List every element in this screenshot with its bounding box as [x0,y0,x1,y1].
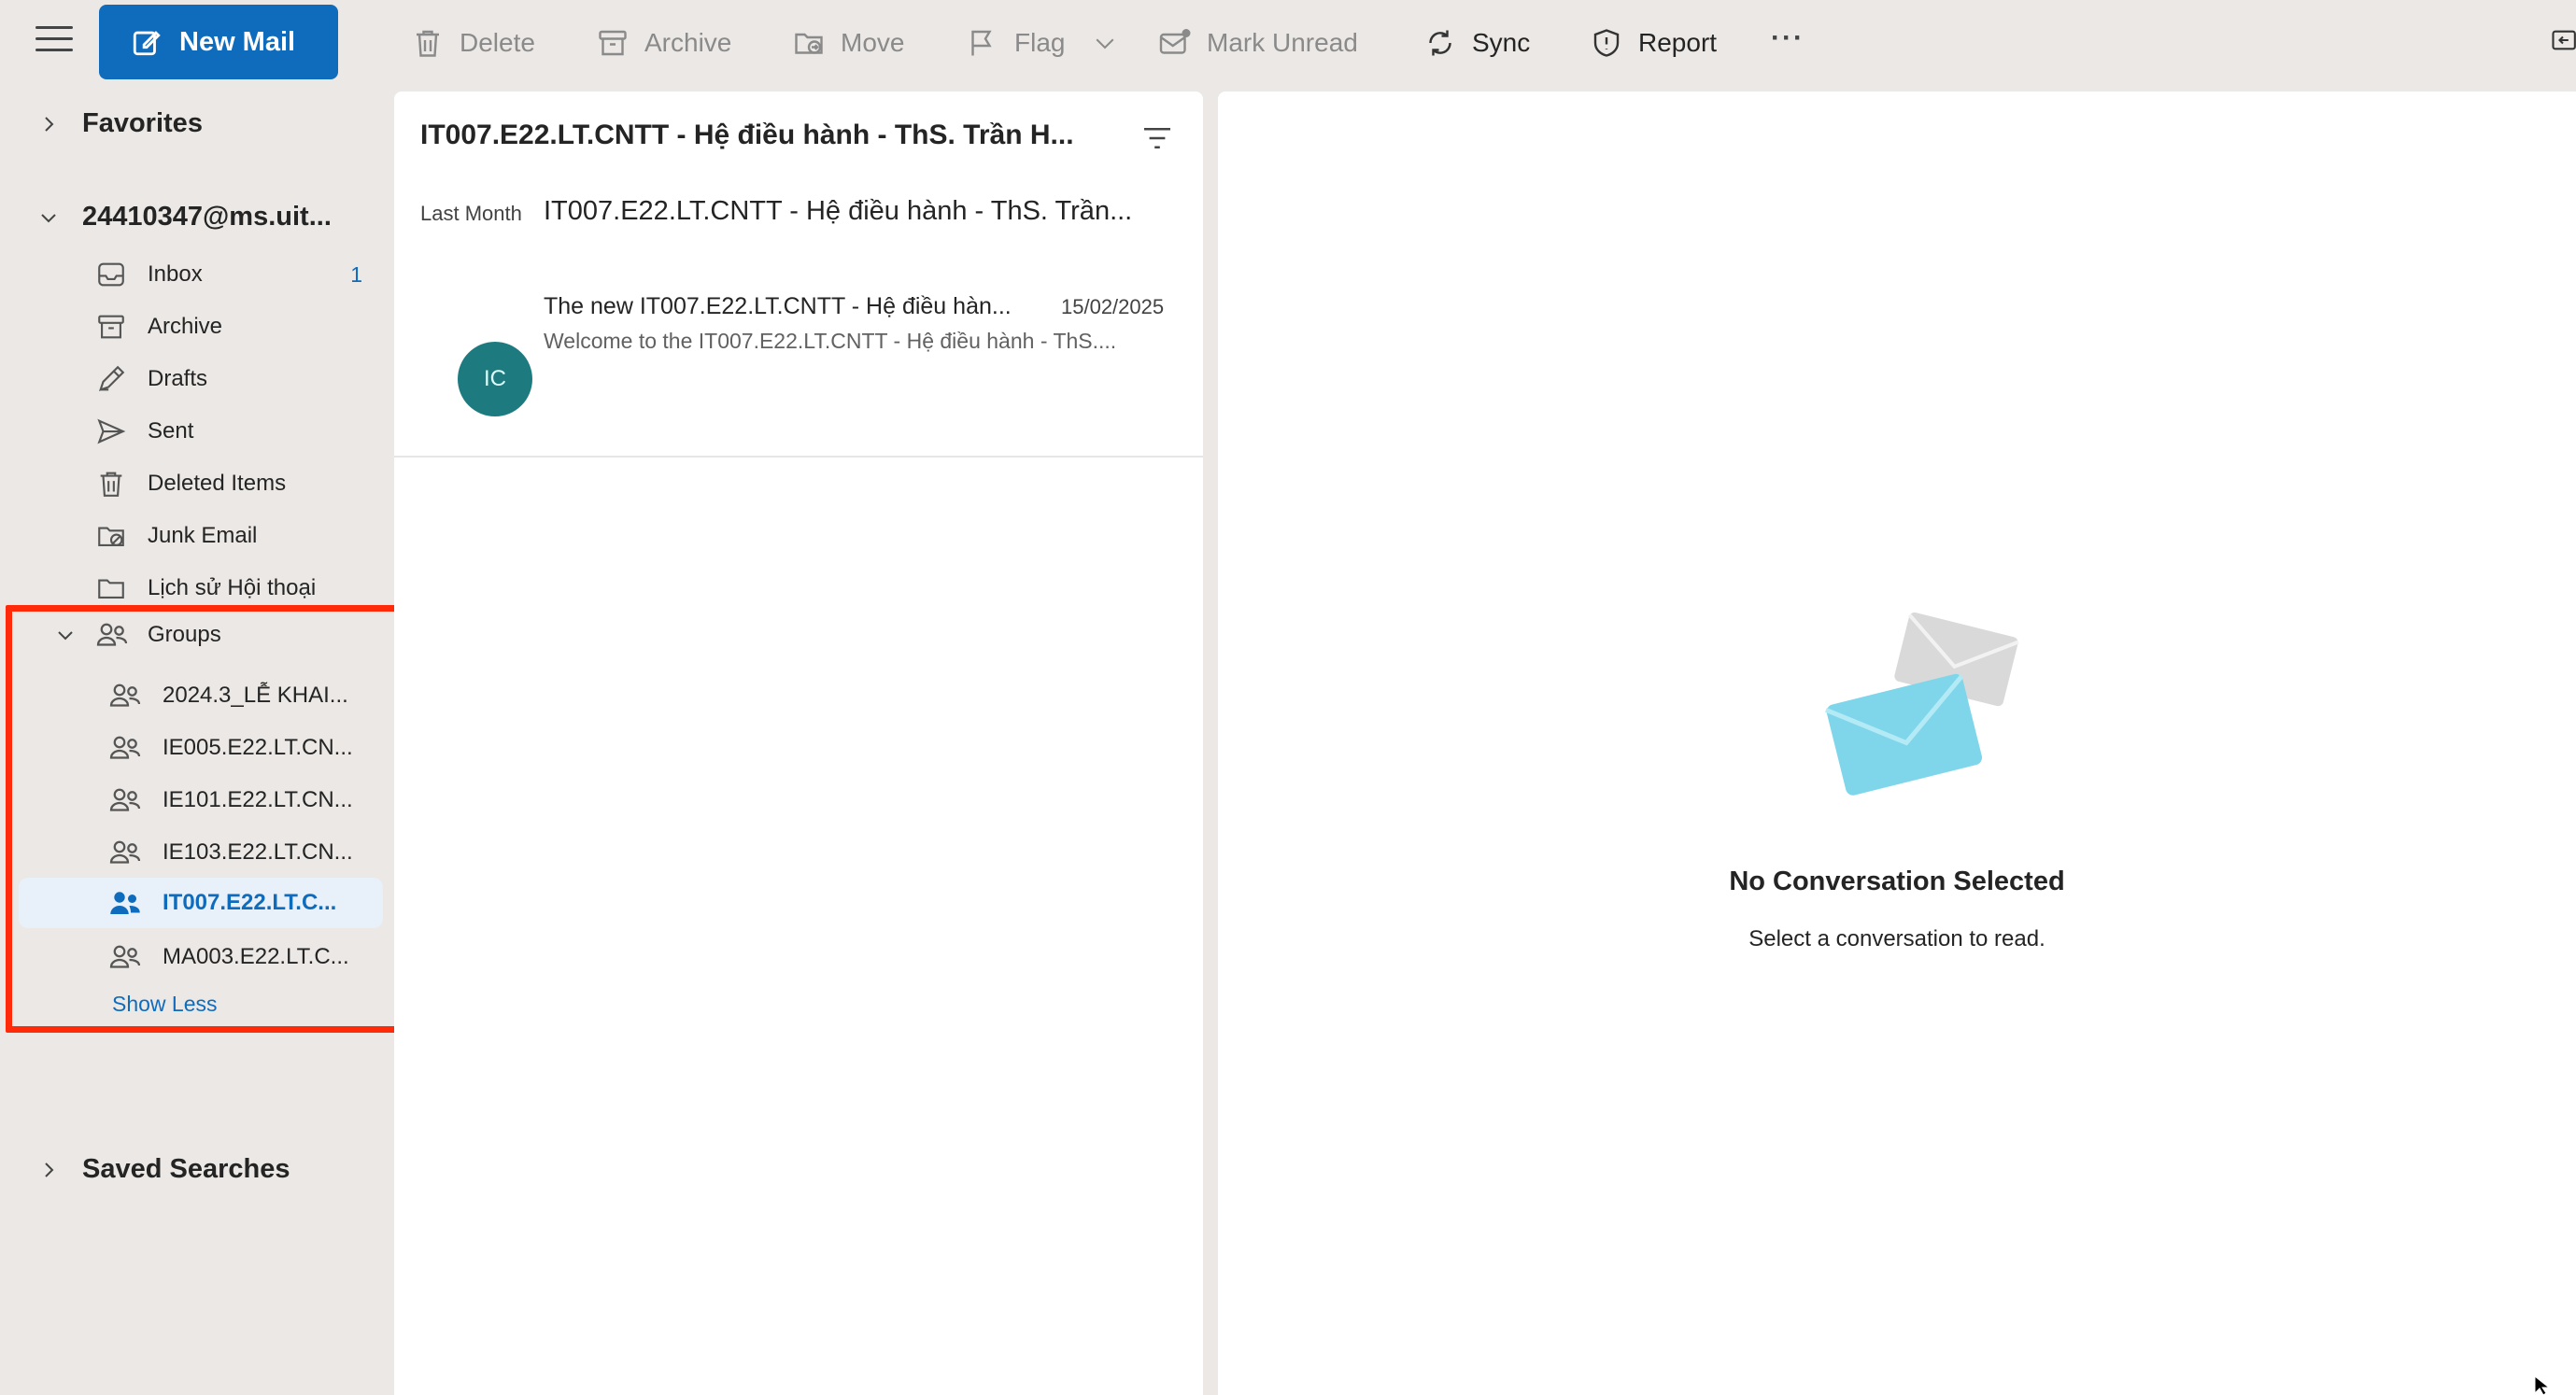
drafts-icon [98,365,125,392]
mail-app: New Mail Delete Archive Move Flag Mark U… [0,0,2576,1395]
flag-button[interactable]: Flag [966,19,1065,67]
flag-label: Flag [1014,28,1066,57]
chevron-right-icon [45,1162,54,1177]
archive-label: Archive [644,28,732,57]
trash-icon [417,30,439,57]
saved-searches-label: Saved Searches [82,1154,290,1184]
sidebar-item-deleted[interactable]: Deleted Items [95,461,366,506]
collapse-pane-icon[interactable] [2550,26,2576,54]
sidebar-item-inbox[interactable]: Inbox 1 [95,252,366,297]
sidebar-item-conversation-history[interactable]: Lịch sử Hội thoại [95,566,366,611]
avatar: IC [458,342,532,416]
message-list-title: IT007.E22.LT.CNTT - Hệ điều hành - ThS. … [420,120,1074,150]
folder-icon [98,579,124,599]
sync-button[interactable]: Sync [1423,19,1530,67]
chevron-down-icon [41,213,56,222]
trash-icon [100,472,122,497]
favorites-label: Favorites [82,108,203,138]
account-label: 24410347@ms.uit... [82,202,332,232]
chevron-right-icon [45,116,54,132]
filter-icon[interactable] [1141,125,1173,151]
move-button[interactable]: Move [792,19,904,67]
archive-icon [98,315,124,339]
mark-unread-button[interactable]: Mark Unread [1158,19,1358,67]
flag-dropdown[interactable] [1091,19,1119,67]
more-options-button[interactable]: ··· [1771,22,1805,54]
mark-unread-icon [1159,28,1191,54]
sidebar-item-label: Deleted Items [148,471,287,496]
message-sender: IT007.E22.LT.CNTT - Hệ điều hành - ThS. … [544,196,1133,226]
message-date: 15/02/2025 [1061,295,1165,318]
date-group-header: Last Month [420,202,522,225]
sidebar-item-label: Inbox [148,261,203,287]
inbox-icon [98,262,124,287]
sent-icon [97,418,126,444]
message-preview: Welcome to the IT007.E22.LT.CNTT - Hệ đi… [544,329,1117,353]
archive-button[interactable]: Archive [596,19,731,67]
message-subject: The new IT007.E22.LT.CNTT - Hệ điều hàn.… [544,293,1012,319]
chevron-down-icon [1096,38,1114,49]
sidebar-item-label: Drafts [148,366,208,391]
new-mail-button[interactable]: New Mail [99,5,338,79]
sidebar-item-archive[interactable]: Archive [95,304,366,349]
move-label: Move [841,28,905,57]
hamburger-menu-icon[interactable] [35,26,73,60]
sync-icon [1429,30,1451,56]
new-mail-label: New Mail [179,26,296,57]
message-list: IT007.E22.LT.CNTT - Hệ điều hành - ThS. … [394,92,1203,1395]
sidebar-item-junk[interactable]: Junk Email [95,514,366,558]
envelopes-illustration-icon [1825,612,2019,796]
sidebar-item-label: Archive [148,314,223,339]
report-label: Report [1638,28,1718,57]
sidebar-item-label: Sent [148,418,194,444]
account-section[interactable]: 24410347@ms.uit... [37,202,332,232]
sidebar-item-label: Lịch sử Hội thoại [148,575,317,600]
move-folder-icon [795,33,823,54]
mouse-cursor-icon [2534,1376,2551,1395]
empty-state-title: No Conversation Selected [1729,867,2065,896]
junk-icon [98,527,124,546]
sync-label: Sync [1472,28,1531,57]
toolbar: New Mail Delete Archive Move Flag Mark U… [0,0,2576,90]
empty-state-subtitle: Select a conversation to read. [1748,926,2045,951]
mark-unread-label: Mark Unread [1207,28,1358,57]
shield-icon [1593,29,1620,57]
sidebar-item-sent[interactable]: Sent [95,409,366,454]
archive-icon [599,30,627,56]
saved-searches-section[interactable]: Saved Searches [37,1154,290,1185]
favorites-section[interactable]: Favorites [37,108,203,139]
delete-button[interactable]: Delete [411,19,535,67]
compose-icon [133,31,161,56]
delete-label: Delete [460,28,535,57]
sidebar-item-label: Junk Email [148,523,258,548]
sidebar-item-drafts[interactable]: Drafts [95,357,366,402]
report-button[interactable]: Report [1590,19,1717,67]
unread-count-badge: 1 [350,261,362,287]
reading-pane: No Conversation Selected Select a conver… [1218,92,2576,1395]
flag-icon [971,30,992,56]
